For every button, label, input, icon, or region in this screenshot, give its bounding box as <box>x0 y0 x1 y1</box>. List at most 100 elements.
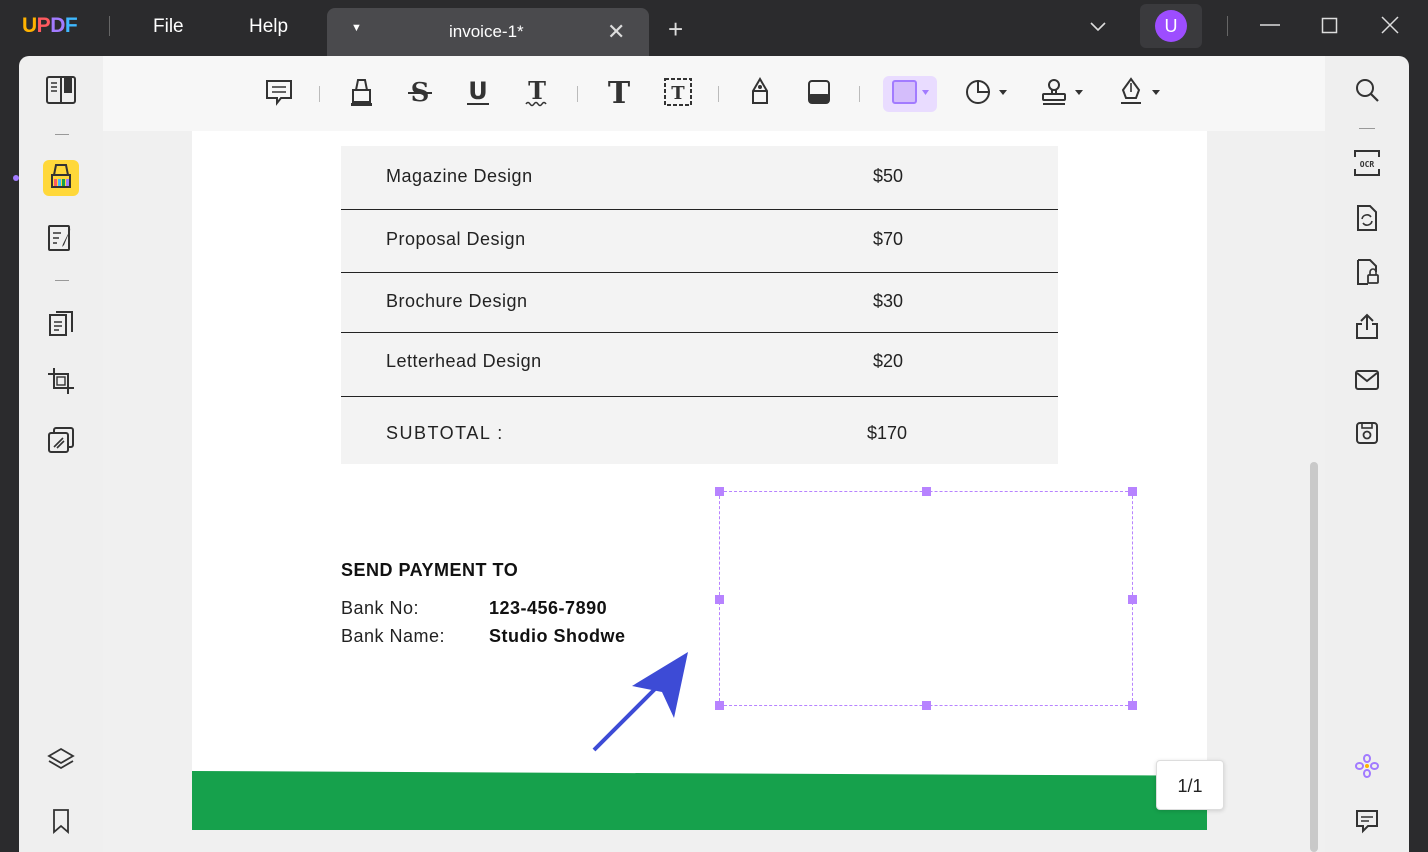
svg-text:OCR: OCR <box>1360 160 1375 169</box>
resize-handle[interactable] <box>715 595 724 604</box>
item-price: $50 <box>873 166 903 187</box>
highlight-icon <box>348 77 374 112</box>
chevron-down-icon[interactable] <box>1088 16 1108 41</box>
subtotal-label: SUBTOTAL : <box>386 423 504 444</box>
page-tools-icon <box>46 425 76 460</box>
shape-tool[interactable] <box>883 76 937 112</box>
email-button[interactable] <box>1351 366 1383 398</box>
protect-icon <box>1354 258 1380 291</box>
protect-button[interactable] <box>1351 258 1383 290</box>
stamp-icon <box>1039 77 1087 112</box>
comment-mode-button[interactable] <box>43 160 79 196</box>
reader-icon <box>45 75 77 110</box>
resize-handle[interactable] <box>1128 487 1137 496</box>
subtotal-value: $170 <box>867 423 907 444</box>
new-tab-icon[interactable]: + <box>668 16 683 42</box>
crop-button[interactable] <box>43 365 79 401</box>
resize-handle[interactable] <box>922 701 931 710</box>
convert-icon <box>1354 204 1380 237</box>
text-tool[interactable]: T <box>601 76 637 112</box>
chat-icon <box>1354 808 1380 839</box>
save-button[interactable] <box>1351 419 1383 451</box>
reader-button[interactable] <box>43 74 79 110</box>
title-bar: UPDF File Help ▼ invoice-1* ✕ + U <box>0 0 1428 56</box>
avatar[interactable]: U <box>1155 10 1187 42</box>
strikethrough-tool[interactable]: S <box>402 76 438 112</box>
divider <box>718 86 719 102</box>
search-icon <box>1353 76 1381 109</box>
minimize-icon[interactable] <box>1259 14 1281 41</box>
squiggly-tool[interactable]: T <box>519 76 555 112</box>
divider <box>1227 16 1228 36</box>
bank-no-label: Bank No: <box>341 598 419 619</box>
convert-button[interactable] <box>1351 204 1383 236</box>
eraser-tool[interactable] <box>801 76 837 112</box>
resize-handle[interactable] <box>1128 595 1137 604</box>
menu-file[interactable]: File <box>153 16 184 38</box>
comment-tool[interactable] <box>261 76 297 112</box>
table-row: Letterhead Design $20 <box>341 333 1058 397</box>
comment-icon <box>264 77 294 112</box>
right-sidebar: OCR <box>1325 56 1409 852</box>
bank-name-label: Bank Name: <box>341 626 445 647</box>
resize-handle[interactable] <box>1128 701 1137 710</box>
page-indicator[interactable]: 1/1 <box>1156 760 1224 810</box>
chat-button[interactable] <box>1351 807 1383 839</box>
divider <box>577 86 578 102</box>
layers-button[interactable] <box>43 744 79 780</box>
divider <box>319 86 320 102</box>
item-name: Brochure Design <box>386 291 528 312</box>
comment-highlighter-icon <box>48 161 74 196</box>
highlight-tool[interactable] <box>343 76 379 112</box>
tab-title: invoice-1* <box>449 22 524 42</box>
divider <box>1359 128 1375 129</box>
edit-pdf-icon <box>46 223 76 258</box>
resize-handle[interactable] <box>715 701 724 710</box>
table-row: Brochure Design $30 <box>341 273 1058 333</box>
ai-assistant-icon <box>1353 752 1381 785</box>
sticker-tool[interactable] <box>961 76 1013 112</box>
page-tools-button[interactable] <box>43 424 79 460</box>
close-tab-icon[interactable]: ✕ <box>607 19 625 45</box>
ocr-button[interactable]: OCR <box>1351 149 1383 181</box>
signature-tool[interactable] <box>1114 76 1166 112</box>
close-window-icon[interactable] <box>1380 14 1400 41</box>
ai-assistant-button[interactable] <box>1351 752 1383 784</box>
crop-icon <box>46 366 76 401</box>
selected-rectangle-annotation[interactable] <box>719 491 1133 706</box>
divider <box>859 86 860 102</box>
pdf-page: Magazine Design $50 Proposal Design $70 … <box>192 131 1207 830</box>
document-canvas: Magazine Design $50 Proposal Design $70 … <box>103 131 1325 852</box>
eraser-icon <box>806 77 832 112</box>
underline-tool[interactable]: U <box>460 76 496 112</box>
organize-pages-button[interactable] <box>43 308 79 344</box>
bookmark-icon <box>50 808 72 839</box>
text-icon: T <box>605 77 633 112</box>
divider <box>55 134 69 135</box>
edit-pdf-button[interactable] <box>43 222 79 258</box>
resize-handle[interactable] <box>715 487 724 496</box>
share-button[interactable] <box>1351 312 1383 344</box>
bank-name-value: Studio Shodwe <box>489 626 626 647</box>
table-row: Magazine Design $50 <box>341 146 1058 210</box>
svg-text:T: T <box>528 77 546 105</box>
pointer-arrow <box>588 648 693 753</box>
pencil-tool[interactable] <box>742 76 778 112</box>
item-name: Proposal Design <box>386 229 526 250</box>
item-name: Magazine Design <box>386 166 533 187</box>
squiggly-icon: T <box>523 77 551 112</box>
underline-icon: U <box>464 77 492 112</box>
search-button[interactable] <box>1351 76 1383 108</box>
menu-help[interactable]: Help <box>249 16 288 38</box>
stamp-tool[interactable] <box>1037 76 1089 112</box>
account-area[interactable]: U <box>1140 4 1202 48</box>
tab-dropdown-icon[interactable]: ▼ <box>351 22 362 34</box>
organize-pages-icon <box>46 309 76 344</box>
maximize-icon[interactable] <box>1321 14 1339 41</box>
vertical-scrollbar[interactable] <box>1310 462 1318 852</box>
document-tab[interactable]: ▼ invoice-1* ✕ <box>327 8 649 56</box>
bookmark-button[interactable] <box>43 805 79 841</box>
text-box-icon: T <box>663 77 693 112</box>
resize-handle[interactable] <box>922 487 931 496</box>
text-box-tool[interactable]: T <box>660 76 696 112</box>
